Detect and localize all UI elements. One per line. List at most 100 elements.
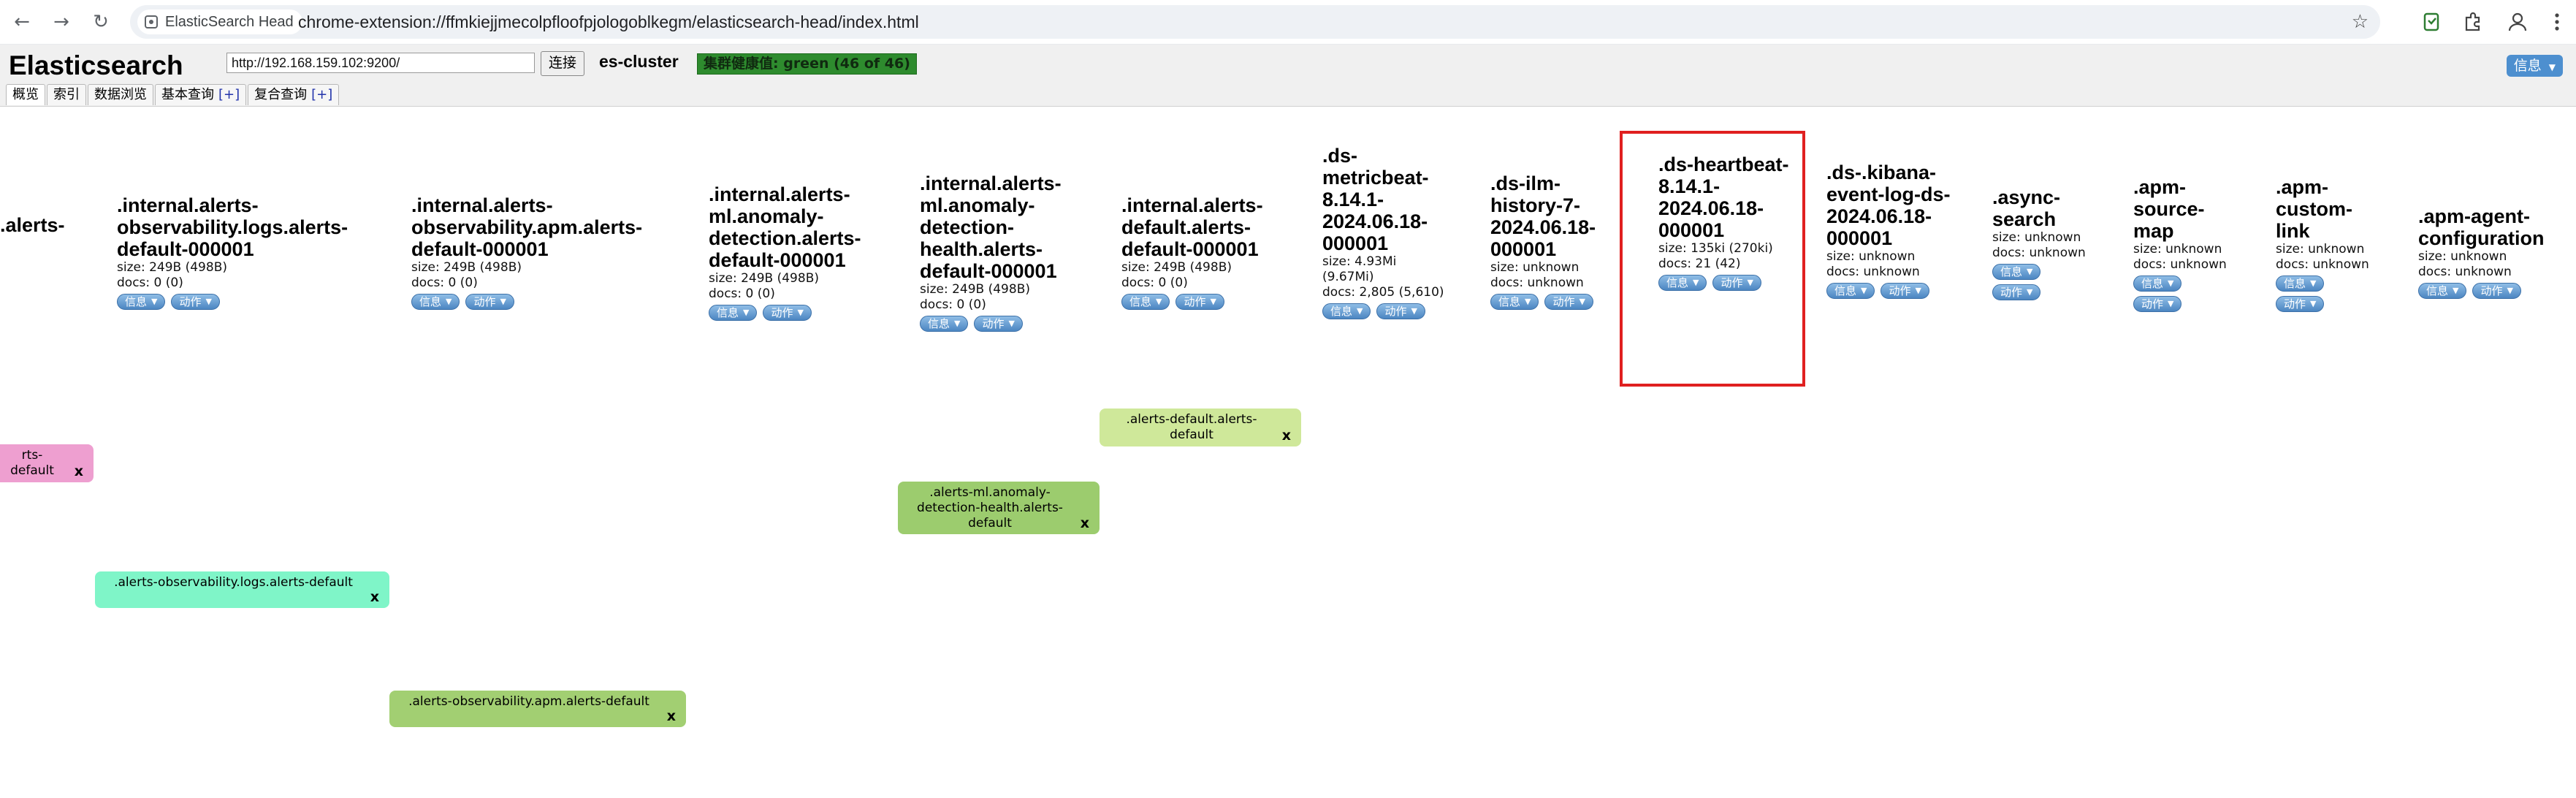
remove-alias-button[interactable]: x bbox=[370, 590, 379, 605]
action-button[interactable]: 动作 ▼ bbox=[1992, 284, 2041, 300]
connect-button[interactable]: 连接 bbox=[541, 51, 585, 76]
info-button[interactable]: 信息 ▼ bbox=[1826, 283, 1875, 299]
remove-alias-button[interactable]: x bbox=[1081, 516, 1089, 531]
action-button[interactable]: 动作 ▼ bbox=[2133, 296, 2182, 312]
info-label: 信息 bbox=[1666, 276, 1689, 289]
info-button[interactable]: 信息 ▼ bbox=[920, 316, 969, 332]
extension-page-icon bbox=[145, 15, 158, 28]
alias-box[interactable]: rts-default x bbox=[0, 444, 94, 482]
info-button[interactable]: 信息 ▼ bbox=[1658, 275, 1707, 291]
info-menu-button[interactable]: 信息 ▼ bbox=[2506, 55, 2563, 77]
back-icon[interactable]: ← bbox=[10, 10, 34, 34]
index-column: .async-search size: unknown docs: unknow… bbox=[1992, 186, 2095, 300]
info-button[interactable]: 信息 ▼ bbox=[117, 294, 166, 310]
extension-icon[interactable] bbox=[2418, 9, 2444, 35]
action-label: 动作 bbox=[1889, 284, 1911, 297]
index-size: size: unknown bbox=[1490, 260, 1579, 275]
action-label: 动作 bbox=[1720, 276, 1743, 289]
index-column: .ds-metricbeat-8.14.1-2024.06.18-000001 … bbox=[1322, 145, 1447, 319]
info-button[interactable]: 信息 ▼ bbox=[411, 294, 460, 310]
alias-label: .alerts-observability.logs.alerts-defaul… bbox=[114, 575, 353, 590]
index-name: .apm-source-map bbox=[2133, 176, 2205, 242]
action-button[interactable]: 动作 ▼ bbox=[1712, 275, 1761, 291]
tab-indices[interactable]: 索引 bbox=[47, 84, 86, 105]
remove-alias-button[interactable]: x bbox=[667, 709, 676, 724]
action-label: 动作 bbox=[179, 295, 202, 308]
info-button[interactable]: 信息 ▼ bbox=[709, 305, 758, 321]
action-button[interactable]: 动作 ▼ bbox=[465, 294, 514, 310]
info-button[interactable]: 信息 ▼ bbox=[2276, 276, 2325, 292]
index-name: .apm-custom-link bbox=[2276, 176, 2353, 242]
tab-browser[interactable]: 数据浏览 bbox=[88, 84, 153, 105]
main-tabs: 概览 索引 数据浏览 基本查询 [+] 复合查询 [+] bbox=[6, 84, 340, 105]
bookmark-star-icon[interactable]: ☆ bbox=[2352, 11, 2369, 33]
action-label: 动作 bbox=[473, 295, 496, 308]
reload-icon[interactable]: ↻ bbox=[89, 10, 113, 34]
remove-alias-button[interactable]: x bbox=[75, 464, 83, 479]
index-size: size: unknown bbox=[2418, 249, 2507, 264]
info-label: 信息 bbox=[2141, 277, 2164, 290]
alias-label: rts-default bbox=[10, 448, 54, 478]
url-text[interactable]: chrome-extension://ffmkiejjmecolpfloofpj… bbox=[298, 5, 919, 39]
action-button[interactable]: 动作 ▼ bbox=[171, 294, 220, 310]
action-button[interactable]: 动作 ▼ bbox=[2276, 296, 2325, 312]
action-button[interactable]: 动作 ▼ bbox=[1175, 294, 1224, 310]
info-label: 信息 bbox=[2284, 277, 2306, 290]
action-label: 动作 bbox=[1184, 295, 1206, 308]
alias-box[interactable]: .alerts-ml.anomaly-detection-health.aler… bbox=[898, 482, 1100, 534]
browser-menu-icon[interactable] bbox=[2544, 9, 2570, 35]
cluster-health-badge: 集群健康值: green (46 of 46) bbox=[697, 53, 917, 75]
tab-label: 复合查询 bbox=[254, 87, 308, 102]
remove-alias-button[interactable]: x bbox=[1282, 428, 1291, 444]
action-button[interactable]: 动作 ▼ bbox=[763, 305, 812, 321]
forward-icon[interactable]: → bbox=[50, 10, 73, 34]
index-size: size: unknown bbox=[2133, 242, 2222, 256]
info-label: 信息 bbox=[717, 306, 739, 319]
app-title: Elasticsearch bbox=[9, 50, 183, 80]
tab-compound-query[interactable]: 复合查询 [+] bbox=[248, 84, 340, 105]
index-docs: docs: unknown bbox=[1992, 246, 2086, 260]
info-button[interactable]: 信息 ▼ bbox=[2418, 283, 2467, 299]
index-size: size: 135ki (270ki) bbox=[1658, 241, 1773, 256]
site-chip[interactable]: ElasticSearch Head bbox=[137, 10, 302, 34]
action-button[interactable]: 动作 ▼ bbox=[1880, 283, 1929, 299]
index-size: size: 249B (498B) bbox=[920, 282, 1030, 297]
info-label: 信息 bbox=[2000, 265, 2023, 278]
chevron-down-icon: ▼ bbox=[1156, 297, 1162, 306]
profile-avatar-icon[interactable] bbox=[2504, 9, 2531, 35]
tab-basic-query[interactable]: 基本查询 [+] bbox=[155, 84, 247, 105]
info-menu-label: 信息 bbox=[2513, 58, 2542, 74]
action-button[interactable]: 动作 ▼ bbox=[1544, 294, 1593, 310]
info-button[interactable]: 信息 ▼ bbox=[1322, 303, 1371, 319]
chevron-down-icon: ▼ bbox=[2027, 267, 2033, 276]
alias-box[interactable]: .alerts-observability.apm.alerts-default… bbox=[389, 691, 686, 727]
add-tab-link[interactable]: [+] bbox=[218, 87, 240, 102]
index-name: .internal.alerts-ml.anomaly-detection.al… bbox=[709, 183, 861, 271]
info-button[interactable]: 信息 ▼ bbox=[1490, 294, 1539, 310]
cluster-url-input[interactable] bbox=[226, 53, 535, 73]
chevron-down-icon: ▼ bbox=[151, 297, 158, 306]
chevron-down-icon: ▼ bbox=[500, 297, 506, 306]
info-label: 信息 bbox=[1330, 305, 1353, 318]
index-docs: docs: unknown bbox=[2418, 265, 2512, 279]
action-button[interactable]: 动作 ▼ bbox=[2472, 283, 2521, 299]
info-button[interactable]: 信息 ▼ bbox=[1121, 294, 1170, 310]
alias-box[interactable]: .alerts-observability.logs.alerts-defaul… bbox=[95, 571, 389, 608]
info-button[interactable]: 信息 ▼ bbox=[2133, 276, 2182, 292]
action-button[interactable]: 动作 ▼ bbox=[974, 316, 1023, 332]
tab-overview[interactable]: 概览 bbox=[6, 84, 45, 105]
info-label: 信息 bbox=[1498, 295, 1521, 308]
address-bar[interactable]: ElasticSearch Head chrome-extension://ff… bbox=[130, 5, 2380, 39]
index-column: .ds-.kibana-event-log-ds-2024.06.18-0000… bbox=[1826, 162, 1965, 299]
chevron-down-icon: ▼ bbox=[1579, 297, 1585, 306]
info-label: 信息 bbox=[2426, 284, 2449, 297]
action-button[interactable]: 动作 ▼ bbox=[1376, 303, 1425, 319]
info-button[interactable]: 信息 ▼ bbox=[1992, 264, 2041, 280]
cluster-name: es-cluster bbox=[599, 52, 679, 71]
alias-box[interactable]: .alerts-default.alerts-default x bbox=[1100, 408, 1301, 446]
add-tab-link[interactable]: [+] bbox=[311, 87, 332, 102]
index-column: .internal.alerts-default.alerts-default-… bbox=[1121, 194, 1293, 310]
index-column: .apm-agent-configuration size: unknown d… bbox=[2418, 205, 2572, 299]
extensions-puzzle-icon[interactable] bbox=[2459, 9, 2485, 35]
index-name: .apm-agent-configuration bbox=[2418, 205, 2545, 249]
